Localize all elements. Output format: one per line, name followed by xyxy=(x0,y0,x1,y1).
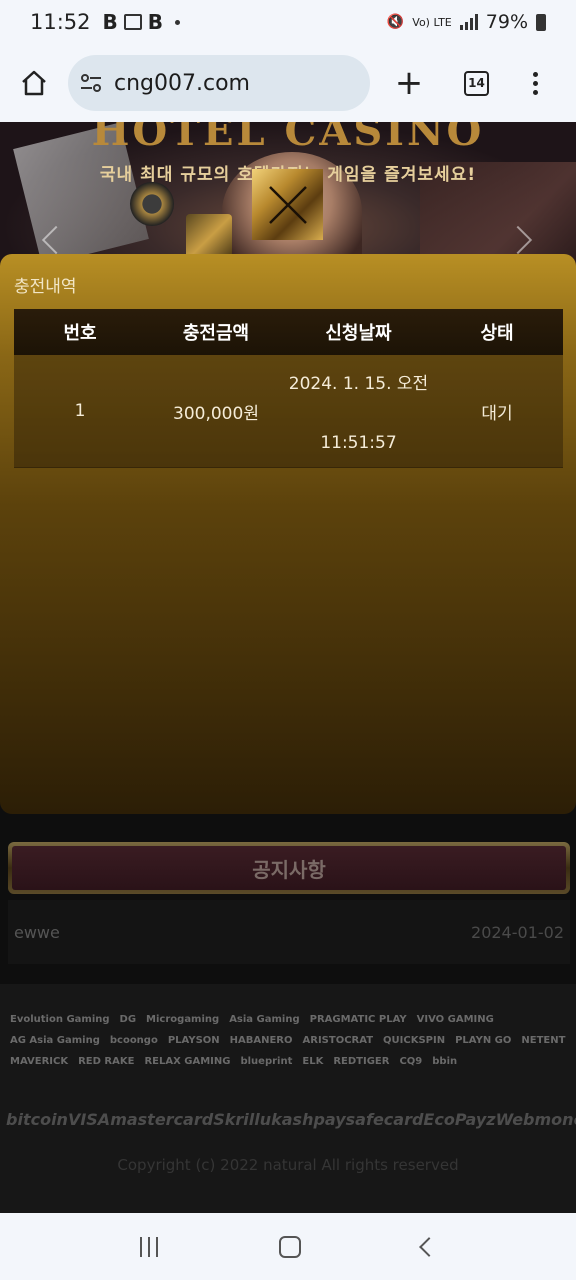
tab-switcher-button[interactable]: 14 xyxy=(464,70,489,96)
provider-logo: HABANERO xyxy=(229,1035,293,1046)
more-menu-button[interactable] xyxy=(531,71,539,95)
payment-logo: VISA xyxy=(67,1110,111,1129)
provider-logo: NETENT xyxy=(521,1035,566,1046)
cell-date-line1: 2024. 1. 15. 오전 xyxy=(288,374,429,394)
payment-logo: mastercard xyxy=(110,1110,214,1129)
notice-date: 2024-01-02 xyxy=(471,922,564,942)
game-provider-logos: Evolution Gaming DG Microgaming Asia Gaming… xyxy=(10,1014,566,1067)
web-content: HOTEL CASINO 국내 최대 규모의 호텔카지노 게임을 즐겨보세요! … xyxy=(0,122,576,1213)
new-tab-button[interactable]: + xyxy=(394,66,424,100)
provider-logo: MAVERICK xyxy=(10,1056,69,1067)
payment-method-logos: bitcoin VISA mastercard Skrill ukash paysafec… xyxy=(6,1110,576,1129)
volte-icon: Vo) LTE xyxy=(412,15,452,29)
cell-number: 1 xyxy=(74,401,86,421)
home-button[interactable] xyxy=(17,66,51,100)
provider-logo: PLAYN GO xyxy=(455,1035,512,1046)
column-header-number: 번호 xyxy=(63,323,97,344)
provider-logo: RED RAKE xyxy=(78,1056,135,1067)
notice-header: 공지사항 xyxy=(8,842,570,894)
provider-logo: CQ9 xyxy=(399,1056,423,1067)
cell-amount: 300,000원 xyxy=(173,403,259,424)
table-header: 번호 충전금액 신청날짜 상태 xyxy=(14,309,563,355)
app-b-icon-2: B xyxy=(147,10,164,34)
provider-logo: PRAGMATIC PLAY xyxy=(309,1014,407,1025)
provider-logo: VIVO GAMING xyxy=(416,1014,494,1025)
column-header-status: 상태 xyxy=(480,323,514,344)
column-header-date: 신청날짜 xyxy=(325,323,392,344)
provider-logo: ELK xyxy=(302,1056,324,1067)
more-notifications-icon xyxy=(175,19,181,25)
mute-icon: 🔇 xyxy=(386,14,405,30)
browser-toolbar: cng007.com + 14 xyxy=(0,44,576,122)
provider-logo: Asia Gaming xyxy=(229,1014,300,1025)
provider-logo: bbin xyxy=(432,1056,458,1067)
site-settings-icon[interactable] xyxy=(78,70,104,96)
system-icons: 🔇 Vo) LTE 79% xyxy=(387,11,546,33)
modal-title: 충전내역 xyxy=(14,277,77,297)
notice-title[interactable]: ewwe xyxy=(14,923,60,942)
deposit-history-table: 번호 충전금액 신청날짜 상태 1 300,000원 2024. 1. 15. … xyxy=(14,309,563,468)
payment-logo: EcoPayz xyxy=(423,1110,496,1129)
status-time: 11:52 xyxy=(30,10,91,34)
table-row: 1 300,000원 2024. 1. 15. 오전 11:51:57 대기 xyxy=(14,355,563,468)
banner-title: HOTEL CASINO xyxy=(91,122,485,155)
provider-logo: QUICKSPIN xyxy=(383,1035,446,1046)
cell-date: 2024. 1. 15. 오전 11:51:57 xyxy=(286,369,431,453)
deposit-history-modal: 충전내역 번호 충전금액 신청날짜 상태 1 300,000원 2024. 1.… xyxy=(0,254,576,814)
signal-icon xyxy=(459,14,478,30)
footer: Evolution Gaming DG Microgaming Asia Gaming… xyxy=(0,984,576,1213)
notice-list-item[interactable]: ewwe 2024-01-02 xyxy=(8,900,570,964)
payment-logo: Webmoney xyxy=(495,1110,576,1129)
provider-logo: RELAX GAMING xyxy=(144,1056,231,1067)
modal-close-button[interactable] xyxy=(252,169,323,240)
payment-logo: ukash xyxy=(259,1110,314,1129)
recent-apps-button[interactable] xyxy=(140,1236,159,1257)
payment-logo: bitcoin xyxy=(6,1110,68,1129)
provider-logo: REDTIGER xyxy=(333,1056,390,1067)
copyright-text: Copyright (c) 2022 natural All rights re… xyxy=(117,1156,459,1174)
battery-percent: 79% xyxy=(485,11,528,33)
provider-logo: DG xyxy=(119,1014,137,1025)
system-navigation-bar xyxy=(0,1213,576,1280)
cell-status: 대기 xyxy=(481,403,513,424)
notification-icons: B B xyxy=(103,10,181,34)
provider-logo: PLAYSON xyxy=(167,1035,220,1046)
home-icon xyxy=(22,70,46,96)
image-icon xyxy=(123,14,142,30)
provider-logo: ARISTOCRAT xyxy=(302,1035,374,1046)
payment-logo: Skrill xyxy=(213,1110,260,1129)
provider-logo: blueprint xyxy=(240,1056,293,1067)
provider-logo: bcoongo xyxy=(109,1035,158,1046)
address-bar[interactable]: cng007.com xyxy=(68,55,370,111)
home-nav-button[interactable] xyxy=(278,1235,301,1258)
url-text: cng007.com xyxy=(114,70,250,96)
cell-date-line2: 11:51:57 xyxy=(320,433,397,453)
screen: 11:52 B B 🔇 Vo) LTE 79% cng007.com + 14 … xyxy=(0,0,576,1280)
provider-logo: AG Asia Gaming xyxy=(10,1035,100,1046)
column-header-amount: 충전금액 xyxy=(182,323,250,344)
status-bar: 11:52 B B 🔇 Vo) LTE 79% xyxy=(0,0,576,44)
close-icon xyxy=(268,185,307,224)
casino-chip-image xyxy=(130,182,174,226)
provider-logo: Evolution Gaming xyxy=(10,1014,110,1025)
app-b-icon: B xyxy=(102,10,118,34)
provider-logo: Microgaming xyxy=(146,1014,220,1025)
notice-label: 공지사항 xyxy=(252,857,326,882)
back-button[interactable] xyxy=(418,1236,439,1257)
battery-icon xyxy=(536,13,546,31)
payment-logo: paysafecard xyxy=(313,1110,424,1129)
